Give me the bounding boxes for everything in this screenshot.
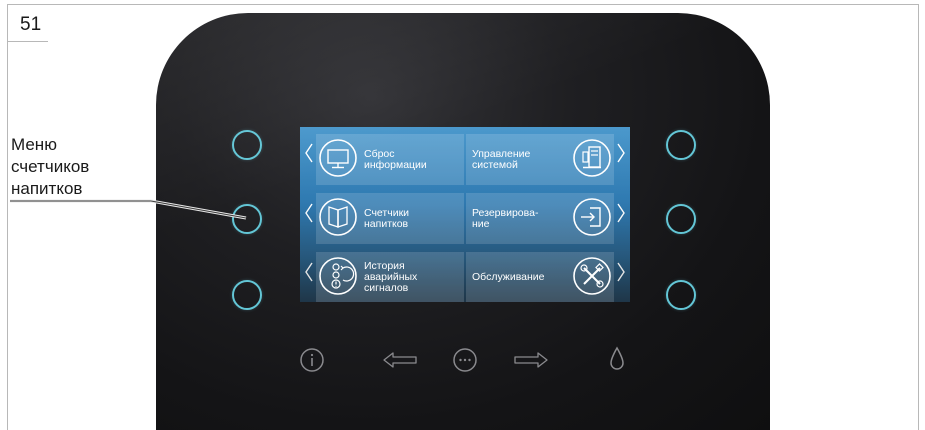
info-icon[interactable]: [299, 347, 325, 373]
side-button-left-middle[interactable]: [232, 204, 262, 234]
book-icon: [319, 198, 357, 236]
control-panel: Сброс информации Управление системой Сче…: [156, 13, 770, 430]
tile-label: Обслуживание: [472, 271, 545, 283]
side-button-right-top[interactable]: [666, 130, 696, 160]
more-icon[interactable]: [452, 347, 478, 373]
system-control-icon: [573, 139, 611, 177]
tile-reservation[interactable]: Резервирова- ние: [466, 193, 614, 244]
tile-system-control[interactable]: Управление системой: [466, 134, 614, 185]
chevron-left-icon: [305, 203, 313, 223]
tile-label: История аварийных сигналов: [364, 260, 418, 294]
side-button-right-middle[interactable]: [666, 204, 696, 234]
alarm-history-icon: [319, 257, 357, 295]
callout-label: Меню счетчиков напитков: [11, 135, 90, 198]
tile-label: Управление системой: [472, 147, 531, 171]
side-button-right-bottom[interactable]: [666, 280, 696, 310]
page-number-divider: [8, 41, 48, 42]
chevron-right-icon: [617, 203, 625, 223]
chevron-left-icon: [305, 143, 313, 163]
enter-door-icon: [573, 198, 611, 236]
tile-label: Счетчики напитков: [364, 206, 410, 230]
tile-reset-info[interactable]: Сброс информации: [316, 134, 464, 185]
tools-icon: [573, 257, 611, 295]
chevron-right-icon: [617, 143, 625, 163]
side-button-left-top[interactable]: [232, 130, 262, 160]
tile-maintenance[interactable]: Обслуживание: [466, 252, 614, 302]
menu-screen: Сброс информации Управление системой Сче…: [300, 127, 630, 302]
tile-beverage-counters[interactable]: Счетчики напитков: [316, 193, 464, 244]
tile-label: Резервирова- ние: [472, 206, 539, 230]
tile-label: Сброс информации: [364, 147, 427, 171]
side-button-left-bottom[interactable]: [232, 280, 262, 310]
page-number: 51: [20, 14, 42, 35]
chevron-left-icon: [305, 262, 313, 282]
tile-alarm-history[interactable]: История аварийных сигналов: [316, 252, 464, 302]
arrow-left-icon[interactable]: [382, 351, 418, 369]
arrow-right-icon[interactable]: [513, 351, 549, 369]
chevron-right-icon: [617, 262, 625, 282]
monitor-icon: [319, 139, 357, 177]
drop-icon[interactable]: [608, 346, 626, 372]
